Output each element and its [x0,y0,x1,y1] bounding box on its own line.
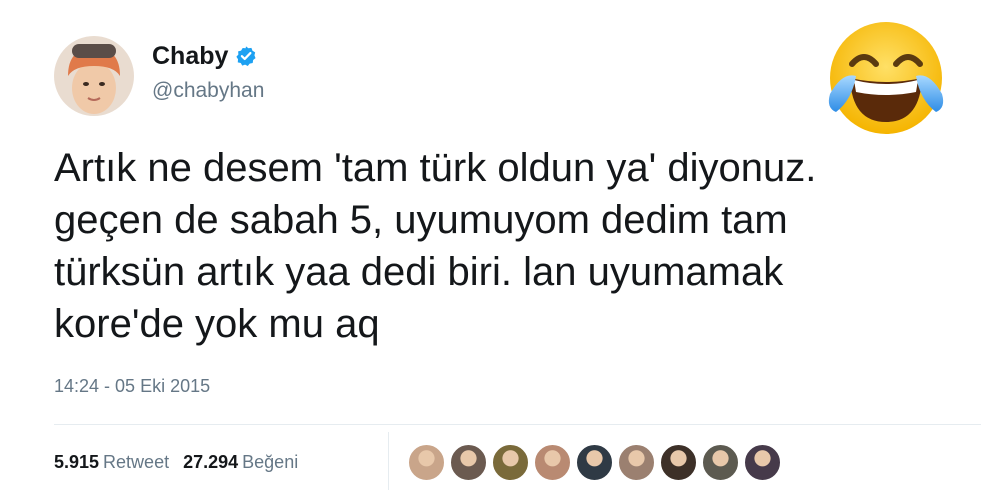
tears-of-joy-emoji-icon [822,14,950,142]
liker-avatars [408,444,781,481]
liker-avatar[interactable] [576,444,613,481]
stats-separator [388,432,389,490]
divider [54,424,981,425]
retweet-label: Retweet [103,452,170,472]
like-stat[interactable]: 27.294 Beğeni [183,450,298,474]
retweet-stat[interactable]: 5.915 Retweet [54,450,169,474]
author-display-name[interactable]: Chaby [152,40,228,72]
tweet-text-line: Artık ne desem 'tam türk oldun ya' diyon… [54,146,817,190]
retweet-count: 5.915 [54,452,100,472]
tweet-text-line: türksün artık yaa dedi biri. lan uyumama… [54,250,784,294]
like-count: 27.294 [183,452,239,472]
tweet-text-line: geçen de sabah 5, uyumuyom dedim tam [54,198,788,242]
tweet-author: Chaby @chabyhan [152,40,264,104]
tweet-timestamp[interactable]: 14:24 - 05 Eki 2015 [54,374,210,398]
liker-avatar[interactable] [702,444,739,481]
tweet-text-line: kore'de yok mu aq [54,302,380,346]
author-handle[interactable]: @chabyhan [152,78,264,104]
like-label: Beğeni [242,452,299,472]
liker-avatar[interactable] [450,444,487,481]
liker-avatar[interactable] [618,444,655,481]
tweet-text: Artık ne desem 'tam türk oldun ya' diyon… [54,142,954,350]
liker-avatar[interactable] [534,444,571,481]
author-avatar[interactable] [54,36,134,116]
tweet-stats: 5.915 Retweet 27.294 Beğeni [54,450,298,474]
liker-avatar[interactable] [492,444,529,481]
verified-badge-icon [235,45,257,67]
liker-avatar[interactable] [744,444,781,481]
liker-avatar[interactable] [660,444,697,481]
liker-avatar[interactable] [408,444,445,481]
